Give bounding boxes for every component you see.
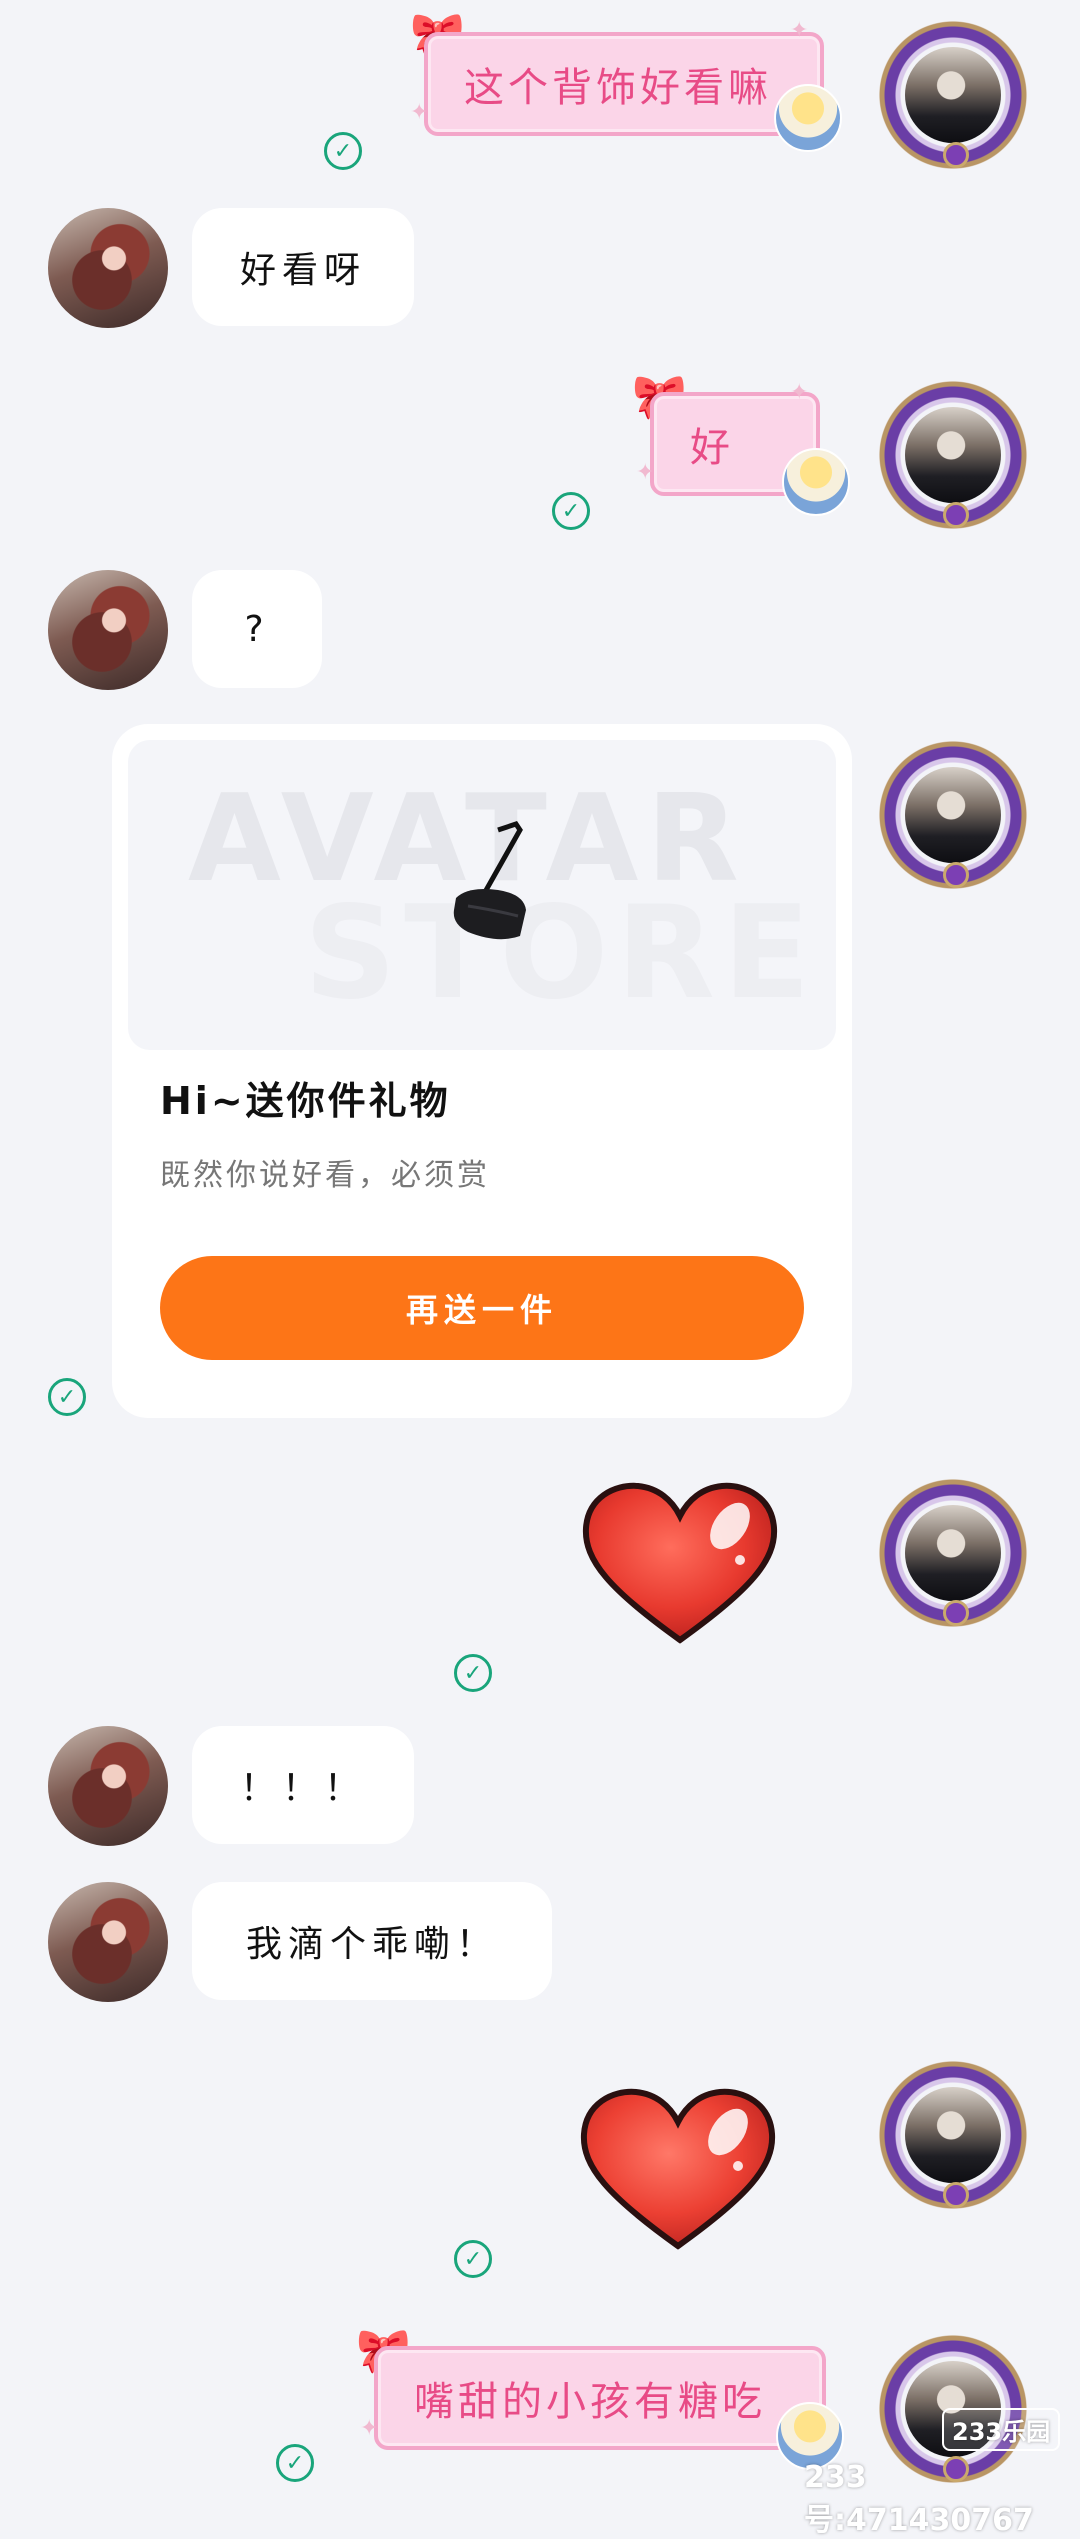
check-circle-icon: ✓ [48,1378,86,1416]
my-avatar[interactable] [878,2060,1028,2210]
message-text: 好 [690,425,734,471]
contact-avatar[interactable] [48,1882,168,2002]
button-label: 再送一件 [405,1291,558,1329]
message-text: 好看呀 [239,250,366,291]
message-bubble[interactable]: ！！！ [192,1726,414,1844]
message-text: 我滴个乖嘞！ [245,1924,498,1965]
gift-card[interactable]: AVATAR STORE Hi~送你件礼物 既然你说好看，必须赏 再送一件 [112,724,852,1418]
message-text: ? [244,608,270,650]
message-text: ！！！ [239,1768,366,1809]
check-circle-icon: ✓ [276,2444,314,2482]
message-bubble[interactable]: 好看呀 [192,208,414,326]
my-avatar[interactable] [878,20,1028,170]
heart-icon[interactable] [578,2086,778,2256]
sticker-character [782,448,850,516]
my-avatar[interactable] [878,1478,1028,1628]
contact-avatar[interactable] [48,570,168,690]
message-pink-bubble[interactable]: 🎀 好 ✦ ✦ [632,376,850,516]
message-pink-bubble[interactable]: 🎀 这个背饰好看嘛 ✦ ✦ [410,14,842,152]
bag-icon [453,821,526,940]
site-logo: 233乐园 [942,2408,1061,2451]
contact-avatar[interactable] [48,208,168,328]
gift-item-image: AVATAR STORE [128,740,836,1050]
message-text: 嘴甜的小孩有糖吃 [414,2379,766,2425]
message-bubble[interactable]: ? [192,570,322,688]
check-circle-icon: ✓ [324,132,362,170]
my-avatar[interactable] [878,380,1028,530]
check-circle-icon: ✓ [454,2240,492,2278]
sticker-character [774,84,842,152]
gift-card-title: Hi~送你件礼物 [160,1079,451,1123]
message-bubble[interactable]: 我滴个乖嘞！ [192,1882,552,2000]
send-another-button[interactable]: 再送一件 [160,1256,804,1360]
heart-icon[interactable] [580,1480,780,1650]
user-id-watermark: 233号:471430767 [804,2460,1034,2538]
message-pink-bubble[interactable]: 🎀 嘴甜的小孩有糖吃 ✦ [356,2330,844,2470]
gift-card-subtitle: 既然你说好看，必须赏 [160,1158,490,1193]
check-circle-icon: ✓ [454,1654,492,1692]
my-avatar[interactable] [878,740,1028,890]
message-text: 这个背饰好看嘛 [464,65,772,111]
contact-avatar[interactable] [48,1726,168,1846]
watermark-text: STORE [304,879,819,1028]
check-circle-icon: ✓ [552,492,590,530]
